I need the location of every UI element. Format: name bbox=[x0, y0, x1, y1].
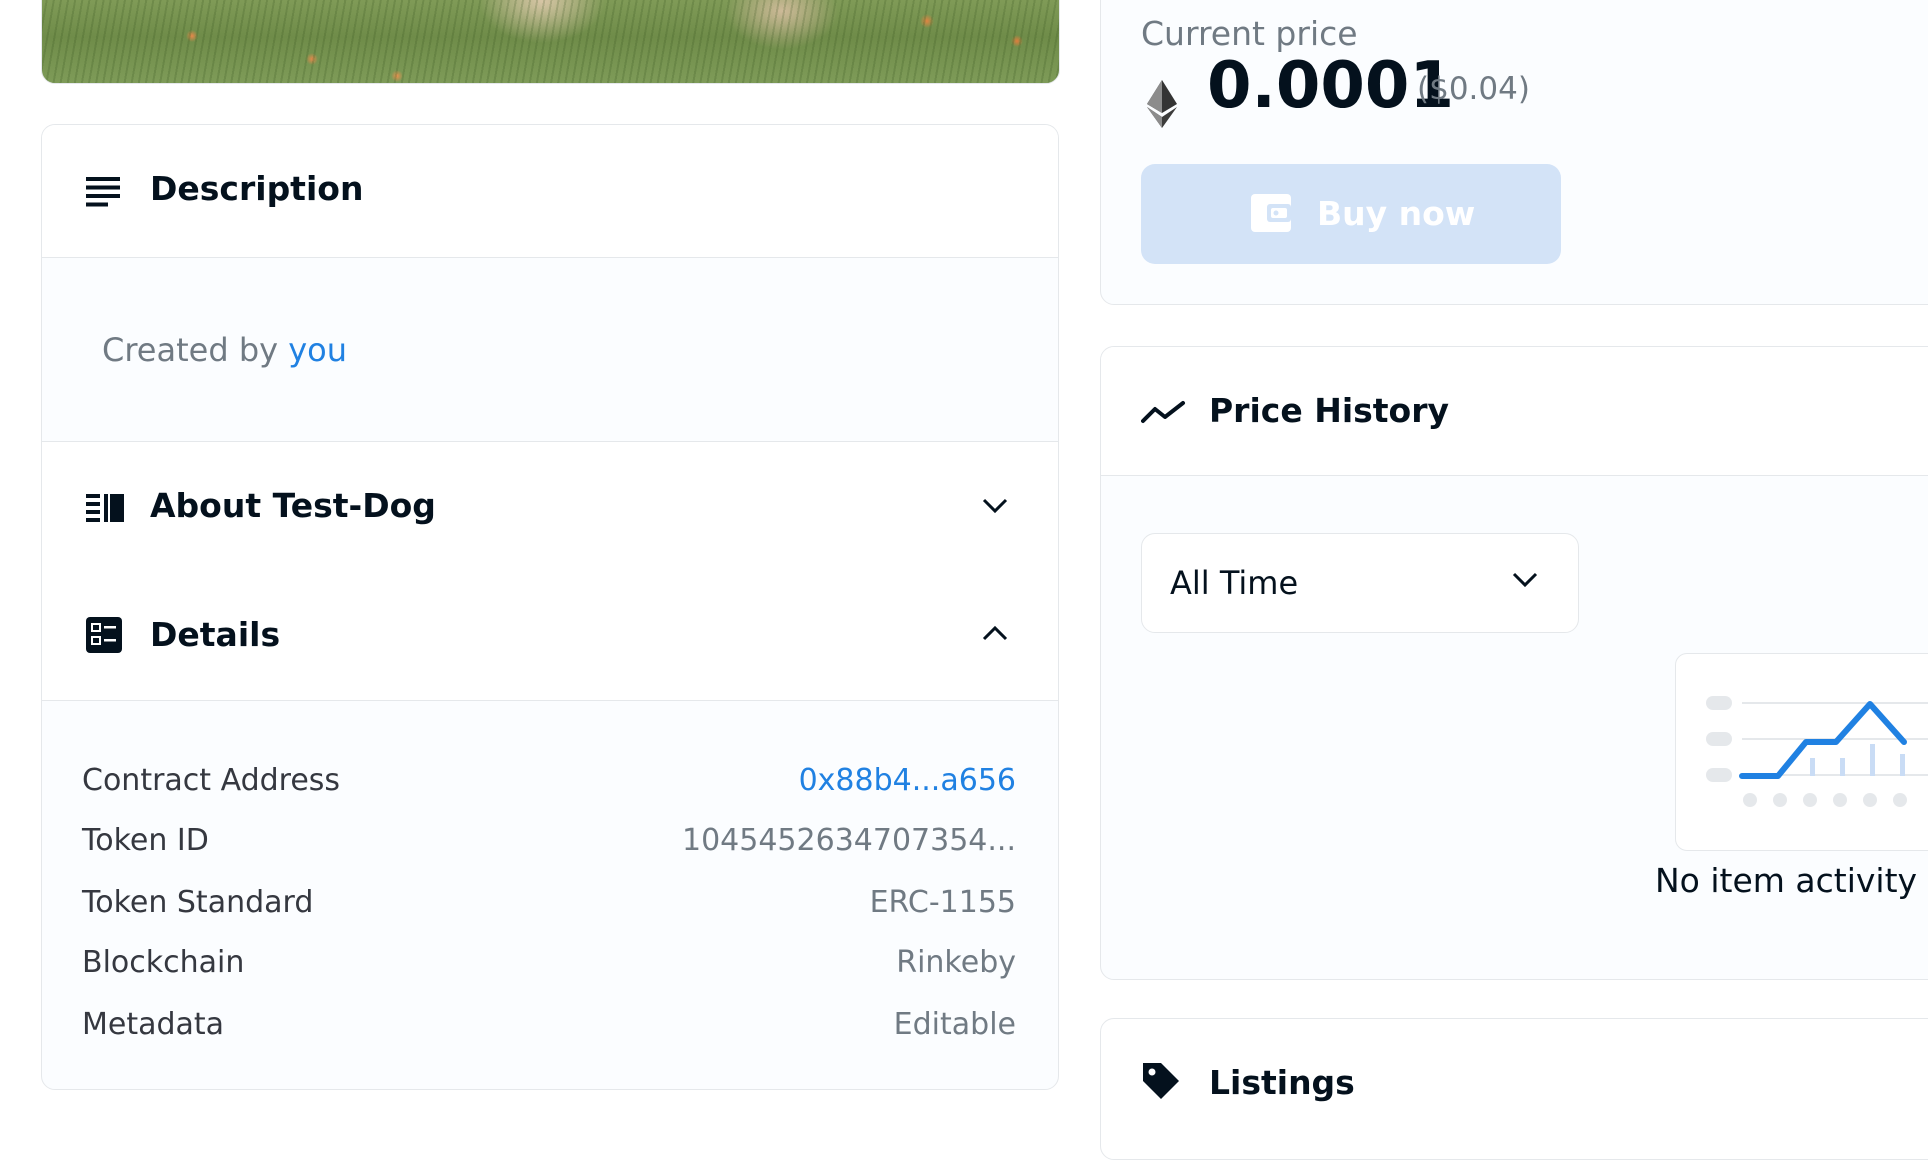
details-accordion-header[interactable]: Details bbox=[42, 571, 1058, 701]
trend-line-icon bbox=[1141, 401, 1185, 423]
price-history-title: Price History bbox=[1209, 391, 1450, 430]
detail-label: Token ID bbox=[82, 823, 209, 858]
detail-label: Metadata bbox=[82, 1007, 225, 1042]
contract-address-link[interactable]: 0x88b4...a656 bbox=[799, 763, 1016, 798]
chevron-down-icon bbox=[1512, 572, 1538, 588]
about-accordion-header[interactable]: About Test-Dog bbox=[42, 441, 1058, 573]
buy-now-label: Buy now bbox=[1317, 194, 1476, 233]
detail-label: Contract Address bbox=[82, 763, 341, 798]
price-usd: ($0.04) bbox=[1417, 71, 1530, 107]
empty-chart-icon bbox=[1706, 696, 1928, 807]
wallet-icon bbox=[1251, 194, 1291, 232]
detail-label: Token Standard bbox=[82, 885, 314, 920]
no-activity-text: No item activity y bbox=[1655, 861, 1928, 900]
detail-value: Rinkeby bbox=[896, 945, 1016, 980]
creator-link[interactable]: you bbox=[288, 331, 347, 369]
about-icon bbox=[86, 494, 124, 522]
detail-row-token-id: Token ID 1045452634707354... bbox=[82, 823, 1016, 863]
chevron-up-icon[interactable] bbox=[982, 625, 1008, 641]
detail-value: Editable bbox=[893, 1007, 1016, 1042]
ethereum-icon bbox=[1147, 80, 1177, 128]
detail-value: ERC-1155 bbox=[869, 885, 1016, 920]
detail-label: Blockchain bbox=[82, 945, 245, 980]
time-range-select[interactable]: All Time bbox=[1141, 533, 1579, 633]
time-range-value: All Time bbox=[1170, 564, 1299, 602]
empty-chart-illustration bbox=[1675, 653, 1928, 851]
price-history-header[interactable]: Price History bbox=[1101, 347, 1928, 476]
detail-row-token-standard: Token Standard ERC-1155 bbox=[82, 885, 1016, 925]
description-icon bbox=[86, 177, 120, 207]
detail-value: 1045452634707354... bbox=[682, 823, 1016, 858]
details-icon bbox=[86, 617, 122, 653]
item-image[interactable] bbox=[41, 0, 1060, 84]
buy-now-button[interactable]: Buy now bbox=[1141, 164, 1561, 264]
current-price-label: Current price bbox=[1141, 14, 1358, 53]
detail-row-metadata: Metadata Editable bbox=[82, 1007, 1016, 1047]
tag-icon bbox=[1143, 1063, 1179, 1099]
details-title: Details bbox=[150, 615, 281, 654]
listings-title: Listings bbox=[1209, 1063, 1355, 1102]
description-header: Description bbox=[42, 125, 1058, 258]
item-info-panel: Description Created by you About Test-Do… bbox=[41, 124, 1059, 1090]
about-title: About Test-Dog bbox=[150, 486, 436, 525]
created-by-text: Created by you bbox=[102, 331, 347, 369]
price-history-panel: Price History All Time No item activity … bbox=[1100, 346, 1928, 980]
price-panel: Current price 0.0001 ($0.04) Buy now bbox=[1100, 0, 1928, 305]
description-title: Description bbox=[150, 169, 364, 208]
chevron-down-icon[interactable] bbox=[982, 498, 1008, 514]
listings-panel[interactable]: Listings bbox=[1100, 1018, 1928, 1160]
detail-row-contract: Contract Address 0x88b4...a656 bbox=[82, 763, 1016, 803]
detail-row-blockchain: Blockchain Rinkeby bbox=[82, 945, 1016, 985]
created-by-prefix: Created by bbox=[102, 331, 279, 369]
